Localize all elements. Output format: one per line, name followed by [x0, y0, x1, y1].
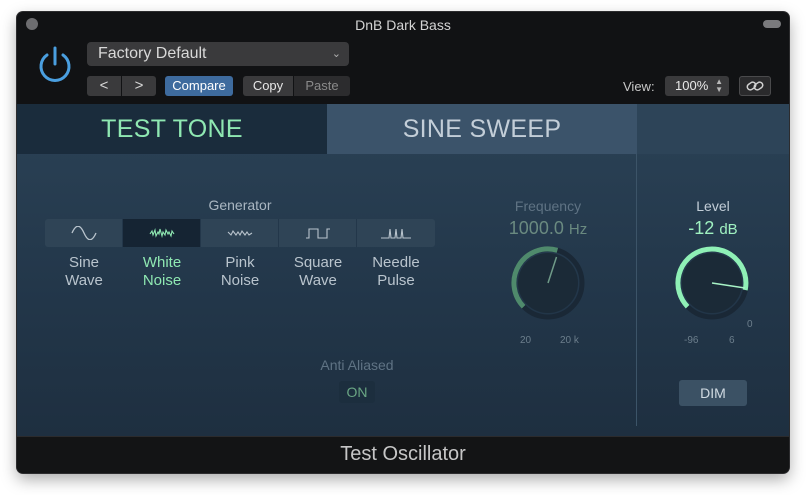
next-preset-button[interactable]: > — [122, 76, 156, 96]
chevron-updown-icon: ▲ ▼ — [715, 77, 723, 94]
white-noise-icon — [149, 227, 174, 239]
sine-wave-icon — [70, 226, 97, 240]
generator-label: Generator — [208, 197, 272, 213]
level-label: Level — [696, 198, 730, 214]
chevron-down-icon: ⌄ — [331, 48, 341, 60]
level-max-label: 6 — [729, 335, 735, 346]
compare-button[interactable]: Compare — [165, 76, 233, 96]
level-knob[interactable] — [672, 243, 752, 323]
generator-needle-pulse-button[interactable] — [357, 219, 435, 247]
frequency-max-label: 20 k — [560, 335, 579, 346]
generator-square-wave-button[interactable] — [279, 219, 357, 247]
plugin-window: DnB Dark Bass Factory Default ⌄ < > Comp… — [17, 12, 789, 473]
generator-selector — [45, 219, 435, 247]
main-panel: TEST TONE SINE SWEEP Generator Sine Wave… — [17, 104, 789, 436]
power-icon[interactable] — [35, 44, 75, 84]
paste-button[interactable]: Paste — [294, 76, 350, 96]
window-expand-button[interactable] — [763, 20, 781, 28]
generator-sine-wave-label: Sine Wave — [65, 254, 103, 289]
generator-white-noise-button[interactable] — [123, 219, 201, 247]
frequency-knob[interactable] — [508, 243, 588, 323]
tab-test-tone[interactable]: TEST TONE — [17, 104, 327, 154]
tab-bar-filler — [637, 104, 789, 154]
title-bar: DnB Dark Bass — [17, 12, 789, 38]
previous-preset-button[interactable]: < — [87, 76, 121, 96]
generator-pink-noise-label: Pink Noise — [220, 254, 260, 289]
window-title: DnB Dark Bass — [355, 17, 451, 33]
section-divider — [636, 154, 637, 426]
preset-name: Factory Default — [98, 45, 207, 62]
tab-sine-sweep[interactable]: SINE SWEEP — [327, 104, 637, 154]
link-icon — [746, 81, 764, 91]
level-value: -12 dB — [688, 218, 738, 238]
plugin-footer: Test Oscillator — [17, 436, 789, 473]
dim-button[interactable]: DIM — [679, 380, 747, 406]
generator-white-noise-label: White Noise — [142, 254, 182, 289]
anti-aliased-label: Anti Aliased — [320, 357, 394, 373]
square-wave-icon — [305, 228, 330, 239]
level-zero-label: 0 — [747, 319, 753, 330]
copy-button[interactable]: Copy — [243, 76, 293, 96]
frequency-min-label: 20 — [520, 335, 532, 346]
view-zoom-select[interactable]: 100% ▲ ▼ — [665, 76, 729, 96]
preset-menu[interactable]: Factory Default ⌄ — [87, 42, 349, 66]
pink-noise-icon — [227, 229, 252, 237]
generator-pink-noise-button[interactable] — [201, 219, 279, 247]
generator-needle-pulse-label: Needle Pulse — [372, 254, 420, 289]
frequency-value: 1000.0 Hz — [508, 218, 588, 238]
plugin-header: Factory Default ⌄ < > Compare Copy Paste… — [17, 38, 789, 104]
anti-aliased-toggle[interactable]: ON — [339, 381, 375, 403]
needle-pulse-icon — [381, 228, 411, 239]
generator-square-wave-label: Square Wave — [293, 254, 343, 289]
view-label: View: — [623, 79, 655, 94]
plugin-name: Test Oscillator — [340, 443, 466, 465]
level-min-label: -96 — [684, 335, 699, 346]
link-button[interactable] — [739, 76, 771, 96]
frequency-label: Frequency — [514, 198, 582, 214]
generator-sine-wave-button[interactable] — [45, 219, 123, 247]
view-zoom-value: 100% — [675, 78, 709, 93]
